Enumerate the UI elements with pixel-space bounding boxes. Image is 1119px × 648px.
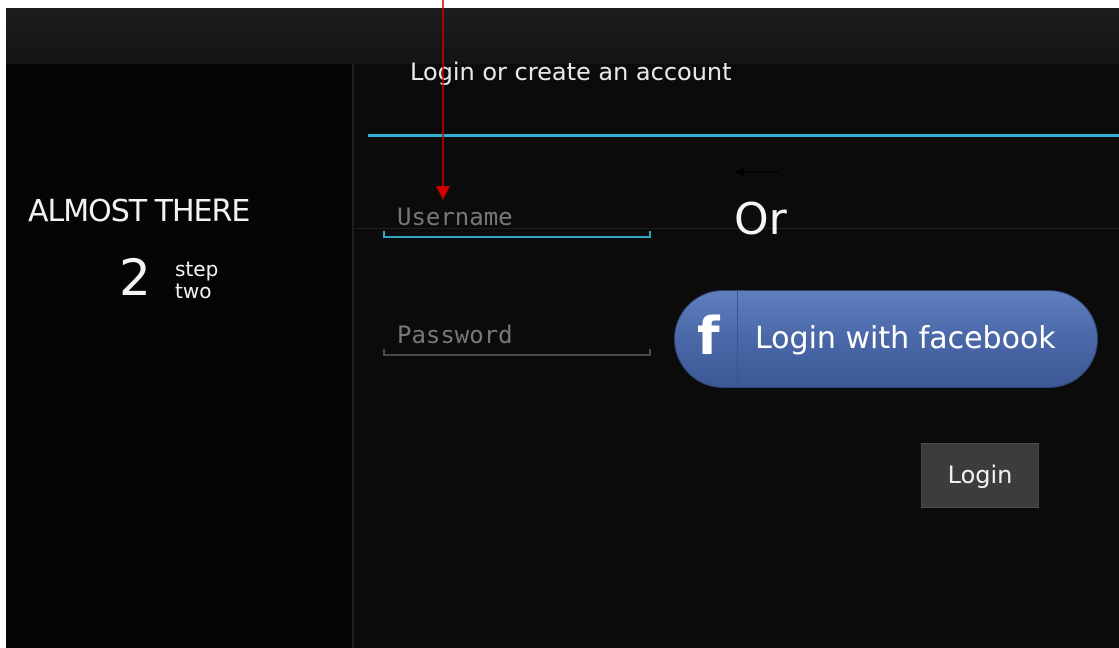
red-annotation-arrow-icon [436, 0, 778, 200]
